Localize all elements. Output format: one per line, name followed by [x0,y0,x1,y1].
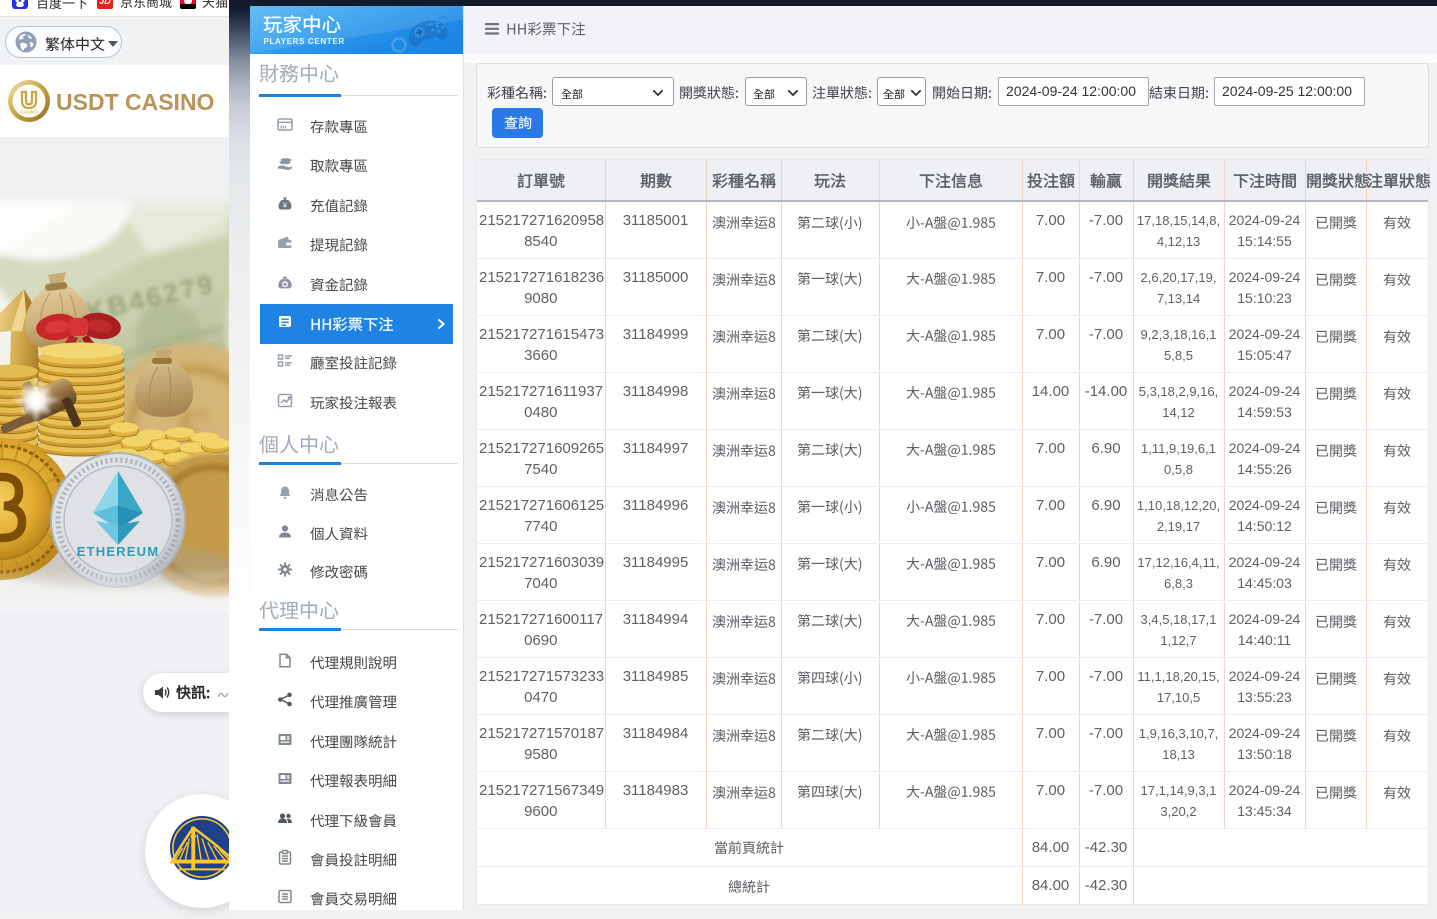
svg-text:CASINO: CASINO [20,110,38,115]
svg-text:ETHEREUM: ETHEREUM [77,544,160,559]
